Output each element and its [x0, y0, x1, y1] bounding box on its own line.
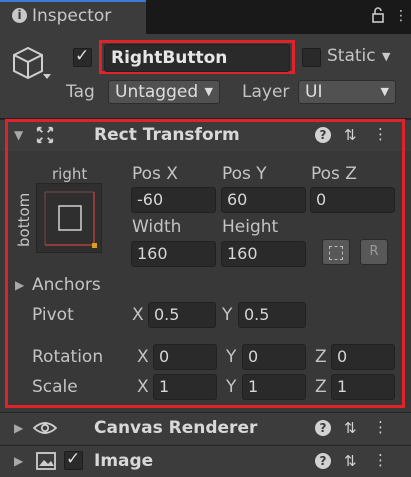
rotation-x-label: X: [137, 347, 149, 367]
anchor-preset-icon: [44, 191, 97, 248]
tag-label: Tag: [66, 82, 95, 102]
more-options-icon[interactable]: ⋮: [373, 419, 388, 437]
static-label: Static: [327, 46, 376, 66]
info-icon: i: [12, 8, 27, 23]
settings-sliders-icon[interactable]: ⇅: [344, 453, 360, 469]
rotation-label: Rotation: [32, 347, 104, 367]
chevron-down-icon[interactable]: ▼: [382, 50, 390, 63]
rotation-y-label: Y: [226, 347, 237, 367]
settings-sliders-icon[interactable]: ⇅: [344, 420, 360, 436]
pos-x-label: Pos X: [132, 164, 178, 184]
pivot-x-label: X: [132, 305, 144, 325]
tag-value: Untagged: [115, 82, 199, 102]
fold-right-icon[interactable]: ▶: [15, 278, 24, 292]
fold-right-icon[interactable]: ▶: [14, 421, 23, 435]
chevron-down-icon: ▼: [380, 85, 389, 98]
anchors-label[interactable]: Anchors: [32, 275, 101, 295]
scale-y-label: Y: [226, 377, 237, 397]
pos-z-label: Pos Z: [311, 164, 357, 184]
help-icon[interactable]: ?: [315, 420, 331, 436]
scale-y-input[interactable]: 1: [242, 374, 306, 400]
tab-inspector-label: Inspector: [32, 6, 112, 26]
anchor-preset-vertical-label: bottom: [15, 192, 33, 247]
pos-z-input[interactable]: 0: [310, 187, 395, 213]
pos-x-input[interactable]: -60: [131, 187, 216, 213]
scale-z-label: Z: [315, 377, 327, 397]
image-enabled-toggle[interactable]: [64, 449, 83, 470]
scale-z-input[interactable]: 1: [331, 374, 395, 400]
rotation-z-input[interactable]: 0: [331, 344, 395, 370]
static-toggle[interactable]: [302, 48, 321, 67]
pos-y-label: Pos Y: [222, 164, 267, 184]
pivot-y-input[interactable]: 0.5: [238, 302, 306, 328]
height-label: Height: [222, 217, 279, 237]
pivot-y-label: Y: [222, 305, 233, 325]
active-toggle[interactable]: [73, 46, 92, 67]
raw-edit-button[interactable]: R: [360, 239, 388, 265]
pivot-x-input[interactable]: 0.5: [148, 302, 216, 328]
more-options-icon[interactable]: ⋮: [373, 452, 388, 470]
gameobject-name-input[interactable]: RightButton: [104, 44, 290, 72]
rotation-z-label: Z: [315, 347, 327, 367]
scale-label: Scale: [32, 377, 78, 397]
chevron-down-icon: ▼: [204, 85, 213, 98]
pivot-label: Pivot: [32, 305, 74, 325]
width-input[interactable]: 160: [131, 241, 216, 267]
layer-value: UI: [305, 82, 323, 102]
tag-dropdown[interactable]: Untagged ▼: [108, 80, 220, 104]
scale-x-label: X: [137, 377, 149, 397]
cube-icon[interactable]: [10, 44, 52, 86]
width-label: Width: [132, 217, 182, 237]
eye-icon: [33, 422, 57, 434]
anchor-preset-button[interactable]: [36, 183, 102, 253]
layer-dropdown[interactable]: UI ▼: [298, 80, 396, 104]
lock-icon[interactable]: [370, 7, 386, 23]
help-icon[interactable]: ?: [315, 453, 331, 469]
rotation-x-input[interactable]: 0: [153, 344, 217, 370]
image-icon: [36, 452, 56, 470]
anchor-preset-horizontal-label: right: [52, 165, 88, 183]
layer-label: Layer: [242, 82, 290, 102]
kebab-menu-icon[interactable]: ⋮: [394, 7, 408, 25]
image-title: Image: [94, 451, 154, 471]
height-input[interactable]: 160: [221, 241, 306, 267]
pos-y-input[interactable]: 60: [221, 187, 306, 213]
fold-right-icon[interactable]: ▶: [14, 454, 23, 468]
blueprint-mode-button[interactable]: [322, 239, 350, 265]
rotation-y-input[interactable]: 0: [242, 344, 306, 370]
blueprint-icon: [329, 246, 343, 260]
canvas-renderer-title: Canvas Renderer: [94, 418, 258, 438]
scale-x-input[interactable]: 1: [153, 374, 217, 400]
